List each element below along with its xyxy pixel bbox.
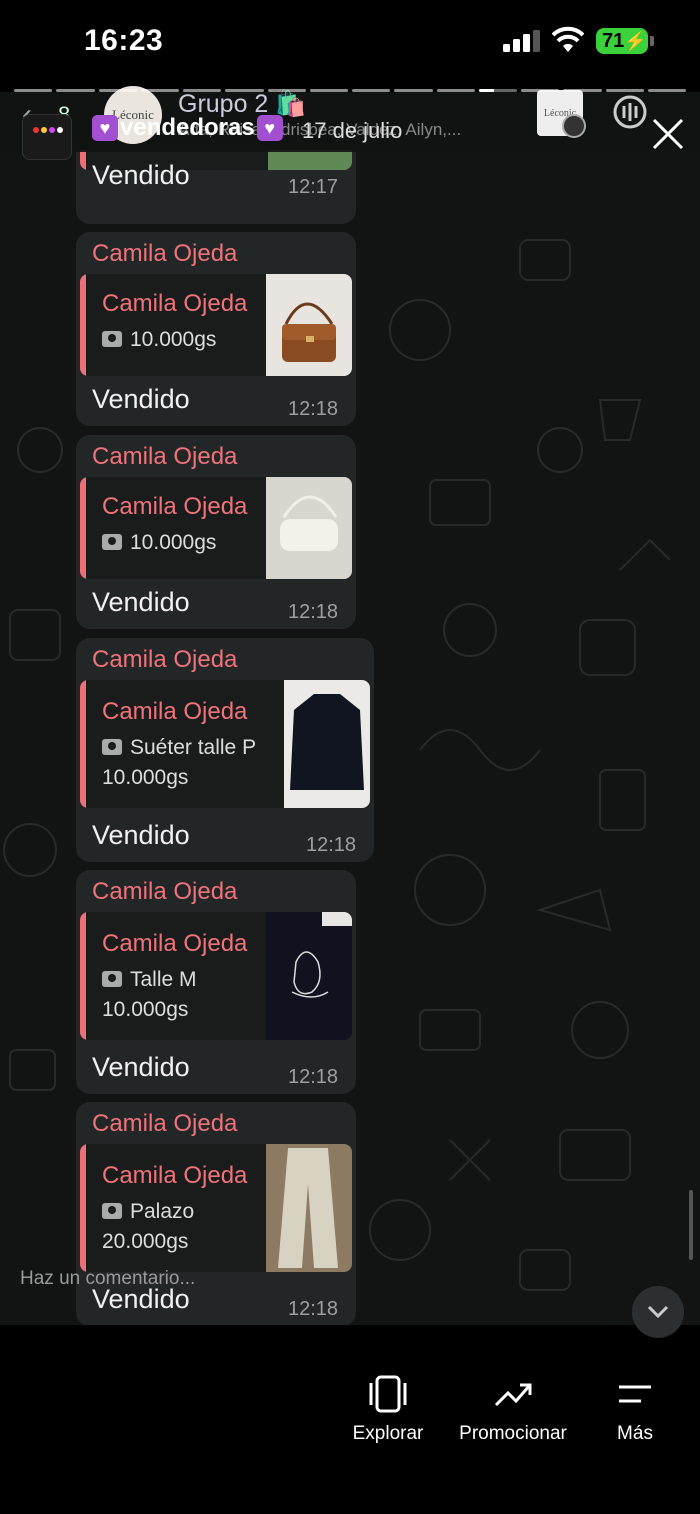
story-date: 17 de julio <box>302 118 403 143</box>
camera-icon <box>102 739 122 755</box>
explore-label: Explorar <box>352 1423 424 1444</box>
camera-icon <box>102 971 122 987</box>
promote-label: Promocionar <box>459 1423 567 1444</box>
quoted-message[interactable]: Camila Ojeda 10.000gs <box>80 477 352 579</box>
sender-name[interactable]: Camila Ojeda <box>92 240 237 268</box>
message-bubble[interactable]: Camila Ojeda Camila Ojeda Palazo 20.000g… <box>76 1102 356 1325</box>
quote-caption: 10.000gs <box>102 531 216 555</box>
quote-price: 20.000gs <box>102 1230 189 1253</box>
message-time: 12:18 <box>288 398 339 420</box>
quoted-message[interactable]: Camila Ojeda 10.000gs <box>80 274 352 376</box>
sender-name[interactable]: Camila Ojeda <box>92 878 237 906</box>
quote-caption: Palazo <box>102 1200 194 1224</box>
story-avatar[interactable] <box>22 114 72 160</box>
quoted-message[interactable]: Camila Ojeda Talle M 10.000gs <box>80 912 352 1040</box>
message-bubble[interactable]: Camila Ojeda Camila Ojeda 10.000gs Vendi… <box>76 232 356 426</box>
quote-sender-name: Camila Ojeda <box>102 698 248 725</box>
story-username[interactable]: ♥ vendedoras ♥ <box>92 114 283 142</box>
wifi-icon <box>552 26 584 52</box>
chevron-down-icon <box>647 1305 669 1319</box>
battery-level: 71 <box>602 29 625 52</box>
battery-indicator: 71 ⚡ <box>596 28 648 54</box>
sender-name[interactable]: Camila Ojeda <box>92 443 237 471</box>
quote-accent-bar <box>80 274 86 376</box>
sender-name[interactable]: Camila Ojeda <box>92 646 237 674</box>
message-text: Vendido <box>92 384 190 414</box>
message-text: Vendido <box>92 587 190 617</box>
cellular-signal-icon <box>503 30 540 52</box>
message-time: 12:18 <box>306 834 357 856</box>
promote-button[interactable]: Promocionar <box>456 1375 570 1445</box>
chat-screenshot: Vendido 12:17 Camila Ojeda Camila Ojeda … <box>0 150 700 1325</box>
message-bubble[interactable]: Camila Ojeda Camila Ojeda Talle M 10.000… <box>76 870 356 1094</box>
bottom-action-bar: Explorar Promocionar Más <box>0 1325 700 1514</box>
comment-input[interactable]: Haz un comentario... <box>20 1268 195 1290</box>
scrollbar[interactable] <box>689 1190 693 1260</box>
camera-icon <box>102 1203 122 1219</box>
message-text: Vendido <box>92 820 190 850</box>
explore-button[interactable]: Explorar <box>350 1375 426 1445</box>
quote-sender-name: Camila Ojeda <box>102 493 248 520</box>
message-text: Vendido <box>92 1052 190 1082</box>
message-time: 12:18 <box>288 1298 339 1320</box>
message-bubble[interactable]: Camila Ojeda Camila Ojeda 10.000gs Vendi… <box>76 435 356 629</box>
scroll-down-button[interactable] <box>632 1286 684 1338</box>
story-header: ♥ vendedoras ♥ 17 de julio <box>0 112 700 172</box>
quote-accent-bar <box>80 477 86 579</box>
quote-accent-bar <box>80 912 86 1040</box>
message-time: 12:17 <box>288 176 339 198</box>
product-thumbnail-palazzo-pants[interactable] <box>266 1144 352 1272</box>
message-bubble[interactable]: Camila Ojeda Camila Ojeda Suéter talle P… <box>76 638 374 862</box>
trend-up-icon <box>494 1383 532 1407</box>
quote-sender-name: Camila Ojeda <box>102 1162 248 1189</box>
message-time: 12:18 <box>288 601 339 623</box>
quote-sender-name: Camila Ojeda <box>102 930 248 957</box>
quote-caption: 10.000gs <box>102 328 216 352</box>
quote-caption: Talle M <box>102 968 197 992</box>
purple-heart-icon: ♥ <box>256 115 283 141</box>
quote-accent-bar <box>80 680 86 808</box>
quote-price: 10.000gs <box>102 998 189 1021</box>
product-thumbnail-printed-sweater[interactable] <box>266 912 352 1040</box>
product-thumbnail-brown-bag[interactable] <box>266 274 352 376</box>
camera-icon <box>102 331 122 347</box>
message-time: 12:18 <box>288 1066 339 1088</box>
quoted-message[interactable]: Camila Ojeda Palazo 20.000gs <box>80 1144 352 1272</box>
battery-nub <box>650 36 654 46</box>
purple-heart-icon: ♥ <box>92 115 118 141</box>
quote-price: 10.000gs <box>102 766 189 789</box>
quoted-message[interactable]: Camila Ojeda Suéter talle P 10.000gs <box>80 680 370 808</box>
explore-icon <box>369 1375 407 1413</box>
close-icon[interactable] <box>648 114 688 154</box>
camera-icon <box>102 534 122 550</box>
quote-accent-bar <box>80 1144 86 1272</box>
more-label: Más <box>617 1423 653 1444</box>
more-button[interactable]: Más <box>606 1375 664 1445</box>
quote-caption: Suéter talle P <box>102 736 256 760</box>
sender-name[interactable]: Camila Ojeda <box>92 1110 237 1138</box>
status-time: 16:23 <box>84 24 164 57</box>
status-bar: 16:23 71 ⚡ <box>0 0 700 84</box>
story-progress-bars <box>14 89 686 93</box>
quote-sender-name: Camila Ojeda <box>102 290 248 317</box>
product-thumbnail-white-bag[interactable] <box>266 477 352 579</box>
menu-icon <box>619 1385 651 1403</box>
product-thumbnail-black-sweater[interactable] <box>284 680 370 808</box>
